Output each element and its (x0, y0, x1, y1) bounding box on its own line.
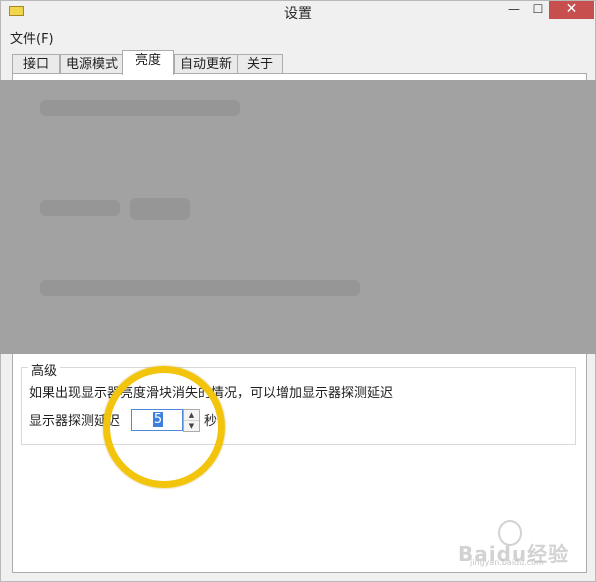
minimize-button[interactable]: — (503, 1, 525, 19)
blurred-region (0, 80, 596, 354)
tab-about[interactable]: 关于 (237, 54, 283, 74)
maximize-button[interactable]: ☐ (527, 1, 549, 19)
tab-auto-update[interactable]: 自动更新 (174, 54, 238, 74)
highlight-ring (103, 366, 225, 488)
tab-interface[interactable]: 接口 (12, 54, 60, 74)
tab-power-mode[interactable]: 电源模式 (60, 54, 124, 74)
watermark-url: jingyan.baidu.com (470, 558, 544, 567)
menu-file[interactable]: 文件(F) (10, 28, 54, 47)
title-bar: 设置 — ☐ ✕ (1, 1, 595, 25)
baidu-watermark: Baidu经验 jingyan.baidu.com (458, 520, 586, 567)
close-button[interactable]: ✕ (549, 1, 594, 19)
menu-bar: 文件(F) (1, 25, 595, 47)
advanced-group-title: 高级 (28, 360, 61, 379)
tab-brightness[interactable]: 亮度 (122, 50, 174, 75)
